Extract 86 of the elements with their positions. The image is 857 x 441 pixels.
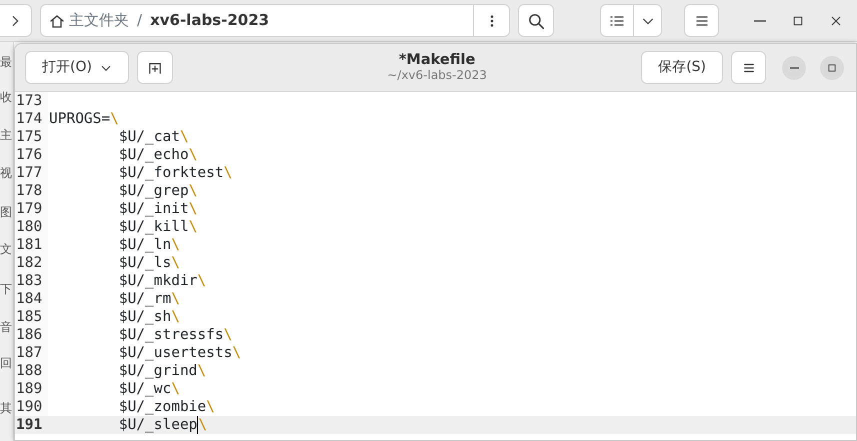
line-number: 179 xyxy=(15,200,48,218)
line-number: 177 xyxy=(15,164,48,182)
line-continuation: \ xyxy=(197,272,206,290)
line-continuation: \ xyxy=(224,164,232,182)
line-continuation: \ xyxy=(188,200,198,218)
code-text: $U/_ls xyxy=(118,254,172,272)
line-continuation: \ xyxy=(188,218,198,236)
line-number: 183 xyxy=(15,272,48,290)
sidebar-item[interactable]: 图 xyxy=(0,206,12,220)
save-button[interactable]: 保存(S) xyxy=(641,51,723,84)
line-continuation: \ xyxy=(110,110,119,128)
code-text: $U/_rm xyxy=(118,290,172,308)
line-number: 175 xyxy=(15,128,48,146)
path-segment[interactable]: xv6-labs-2023 xyxy=(150,9,270,32)
code-text: UPROGS= xyxy=(49,110,110,128)
path-separator: / xyxy=(137,10,142,32)
path-segment[interactable]: 主文件夹 xyxy=(69,9,129,32)
sidebar-item[interactable]: 收 xyxy=(0,91,12,105)
line-continuation: \ xyxy=(197,362,206,380)
code-text: $U/_sh xyxy=(118,308,172,326)
line-continuation: \ xyxy=(188,182,198,200)
code-text: $U/_zombie xyxy=(118,398,206,416)
sidebar-item[interactable]: 下 xyxy=(0,283,12,297)
code-text: $U/_ln xyxy=(118,236,172,254)
line-continuation: \ xyxy=(171,254,180,272)
sidebar-item[interactable]: 其 xyxy=(0,402,12,416)
line-number: 186 xyxy=(15,326,48,344)
line-continuation: \ xyxy=(171,290,180,308)
line-number: 188 xyxy=(15,362,48,380)
code-text: $U/_grind xyxy=(118,362,198,380)
sidebar-item[interactable]: 回 xyxy=(0,357,12,371)
line-number: 182 xyxy=(15,254,48,272)
new-tab-icon xyxy=(148,60,162,74)
code-text: $U/_sleep xyxy=(118,416,198,434)
list-view-button[interactable] xyxy=(600,4,634,37)
sidebar-item[interactable]: 最 xyxy=(0,56,12,70)
line-number: 173 xyxy=(15,92,48,110)
line-continuation: \ xyxy=(171,308,180,326)
sidebar-item[interactable]: 音 xyxy=(0,321,12,335)
line-number: 174 xyxy=(15,110,48,128)
code-text: $U/_wc xyxy=(118,380,172,398)
line-number: 187 xyxy=(15,344,48,362)
line-continuation: \ xyxy=(171,380,180,398)
window-subtitle: ~/xv6-labs-2023 xyxy=(386,68,488,82)
text-cursor xyxy=(197,416,198,434)
maximize-icon xyxy=(827,62,837,72)
line-number: 190 xyxy=(15,398,48,416)
sidebar-item[interactable]: 文 xyxy=(0,243,12,257)
code-text: $U/_init xyxy=(118,200,189,218)
menu-button[interactable] xyxy=(731,51,766,84)
code-text: $U/_cat xyxy=(118,128,180,146)
code-text: $U/_grep xyxy=(118,182,189,200)
line-number: 189 xyxy=(15,380,48,398)
line-continuation: \ xyxy=(180,128,189,146)
line-continuation: \ xyxy=(206,398,215,416)
minimize-icon xyxy=(790,66,798,68)
line-number: 184 xyxy=(15,290,48,308)
open-button[interactable]: 打开(O) xyxy=(25,51,129,84)
code-text: $U/_forktest xyxy=(118,164,224,182)
minimize-icon xyxy=(754,20,766,22)
new-tab-button[interactable] xyxy=(136,51,173,84)
line-number: 181 xyxy=(15,236,48,254)
code-text: $U/_usertests xyxy=(118,344,232,362)
line-number: 185 xyxy=(15,308,48,326)
maximize-button[interactable] xyxy=(820,56,844,80)
home-icon xyxy=(49,12,65,28)
code-text: $U/_echo xyxy=(118,146,189,164)
code-text: $U/_stressfs xyxy=(118,326,224,344)
code-text: $U/_mkdir xyxy=(118,272,198,290)
line-number: 180 xyxy=(15,218,48,236)
line-continuation: \ xyxy=(232,344,242,362)
line-continuation: \ xyxy=(224,326,232,344)
search-button[interactable] xyxy=(518,4,554,37)
code-text: $U/_kill xyxy=(118,218,189,236)
close-icon xyxy=(830,14,842,26)
line-continuation: \ xyxy=(171,236,180,254)
window-title: *Makefile xyxy=(398,52,476,69)
line-continuation: \ xyxy=(198,416,208,434)
sidebar-item[interactable]: 主 xyxy=(0,129,12,143)
line-number: 176 xyxy=(15,146,48,164)
maximize-icon xyxy=(792,14,804,26)
sidebar-item[interactable]: 视 xyxy=(0,167,12,181)
line-number: 178 xyxy=(15,182,48,200)
search-icon xyxy=(527,12,545,30)
line-continuation: \ xyxy=(188,146,198,164)
menu-button[interactable] xyxy=(684,4,719,37)
